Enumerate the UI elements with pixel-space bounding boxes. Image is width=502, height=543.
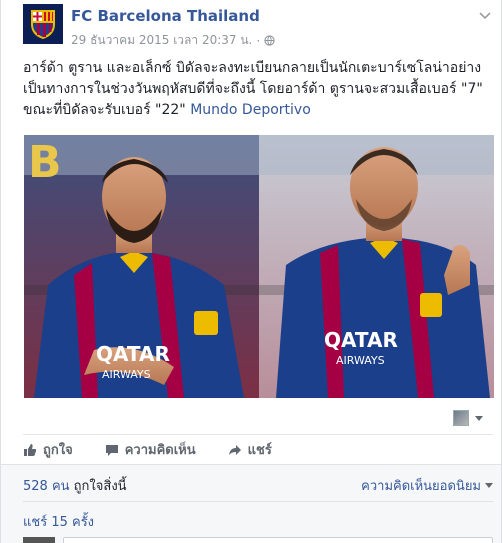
post-card: FC Barcelona Thailand 29 ธันวาคม 2015 เว…	[0, 0, 502, 543]
share-label: แชร์	[247, 443, 272, 458]
like-label: ถูกใจ	[43, 443, 73, 458]
like-button[interactable]: ถูกใจ	[23, 439, 73, 460]
comment-button[interactable]: ความคิดเห็น	[105, 439, 196, 460]
comment-composer	[23, 537, 493, 543]
feedback-section: 528 คน ถูกใจสิ่งนี้ ความคิดเห็นยอดนิยม แ…	[1, 464, 501, 543]
sponsor-sub-right: AIRWAYS	[336, 354, 385, 367]
post-options-chevron-icon[interactable]	[477, 10, 493, 22]
likes-label: ถูกใจสิ่งนี้	[73, 479, 127, 494]
sponsor-text-left: QATAR	[96, 342, 170, 366]
comment-input[interactable]	[63, 537, 493, 543]
likes-summary[interactable]: 528 คน ถูกใจสิ่งนี้	[23, 475, 127, 496]
viewer-chevron-down-icon[interactable]	[475, 416, 483, 421]
source-link[interactable]: Mundo Deportivo	[190, 102, 311, 118]
comment-sort-dropdown[interactable]: ความคิดเห็นยอดนิยม	[361, 475, 493, 496]
viewer-avatar[interactable]	[453, 410, 469, 426]
shares-link[interactable]: แชร์ 15 ครั้ง	[23, 511, 94, 532]
share-button[interactable]: แชร์	[228, 439, 272, 460]
players-photo: B QATAR AIRWAYS QATAR AIRWAYS	[24, 135, 494, 398]
comment-icon	[105, 444, 118, 456]
post-meta: 29 ธันวาคม 2015 เวลา 20:37 น. ·	[71, 31, 275, 50]
reaction-bar	[23, 400, 493, 434]
svg-text:B: B	[28, 137, 62, 188]
likes-count[interactable]: 528 คน	[23, 479, 70, 494]
page-name-link[interactable]: FC Barcelona Thailand	[71, 7, 260, 25]
action-bar: ถูกใจ ความคิดเห็น แชร์	[23, 434, 493, 464]
sort-label: ความคิดเห็นยอดนิยม	[361, 479, 481, 494]
meta-separator: ·	[256, 33, 261, 48]
share-arrow-icon	[228, 444, 241, 455]
post-header: FC Barcelona Thailand 29 ธันวาคม 2015 เว…	[23, 4, 493, 48]
current-user-avatar	[23, 537, 55, 543]
barca-crest-icon	[31, 10, 55, 39]
thumbs-up-icon	[24, 443, 37, 456]
post-body: อาร์ด้า ตูราน และอเล็กซ์ บิดัลจะลงทะเบีย…	[23, 58, 493, 121]
sponsor-text-right: QATAR	[324, 328, 398, 352]
post-timestamp[interactable]: 29 ธันวาคม 2015 เวลา 20:37 น.	[71, 31, 252, 50]
post-photo[interactable]: B QATAR AIRWAYS QATAR AIRWAYS	[24, 135, 494, 398]
globe-icon[interactable]	[264, 35, 275, 46]
comment-label: ความคิดเห็น	[124, 443, 196, 458]
ufi-divider	[23, 501, 493, 502]
page-avatar[interactable]	[23, 4, 63, 44]
sort-chevron-down-icon	[485, 482, 493, 488]
sponsor-sub-left: AIRWAYS	[102, 368, 151, 381]
